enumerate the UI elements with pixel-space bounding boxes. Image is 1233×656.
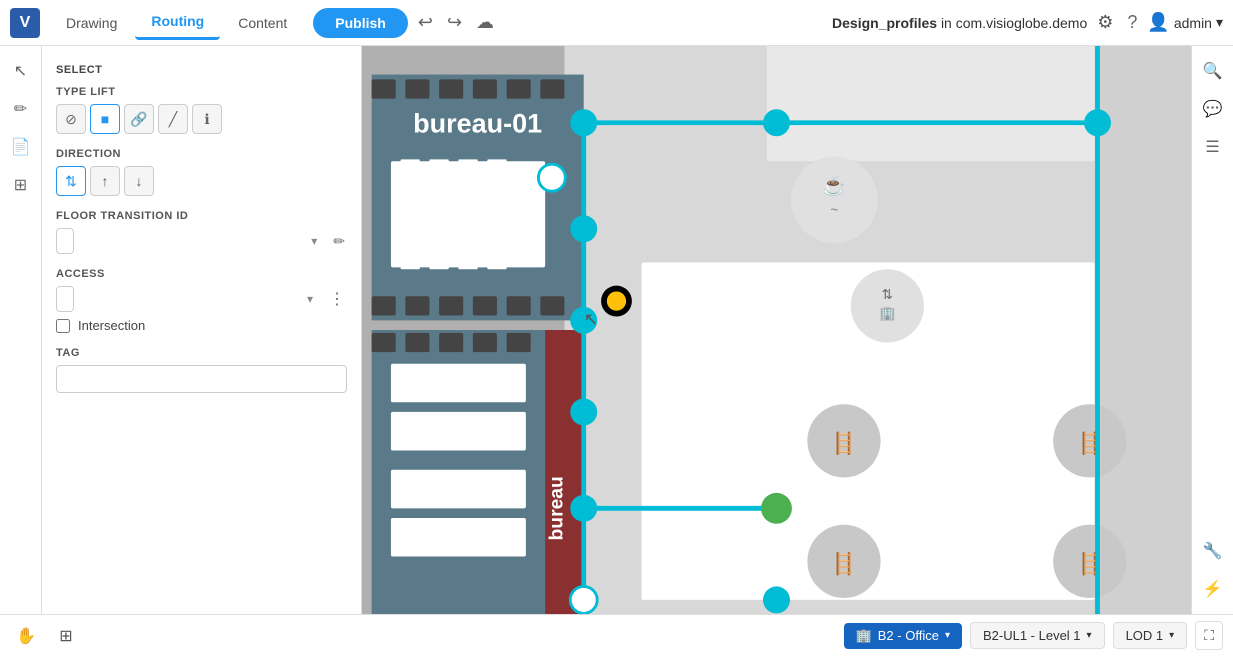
level-chevron-icon: ▾ [1087,630,1092,641]
tag-group: TAG [56,347,347,393]
intersection-label[interactable]: Intersection [78,318,145,333]
floor-transition-group: FLOOR TRANSITION ID ✏ [56,210,347,254]
floor-icon: 🏢 [856,628,872,644]
layers-tool-button[interactable]: ⊞ [4,168,38,202]
select-section-title: SELECT [56,64,347,76]
tab-routing[interactable]: Routing [135,5,220,40]
tab-drawing[interactable]: Drawing [50,7,133,39]
search-icon-button[interactable]: 🔍 [1196,54,1230,88]
svg-text:⇅: ⇅ [882,287,893,302]
cloud-button[interactable]: ☁ [472,8,498,37]
undo-button[interactable]: ↩ [414,8,437,37]
floor-select-button[interactable]: 🏢 B2 - Office ▾ [844,623,962,649]
direction-buttons: ⇅ ↑ ↓ [56,166,347,196]
topbar-tabs: Drawing Routing Content [50,5,303,40]
type-btn-ban[interactable]: ⊘ [56,104,86,134]
floor-transition-select[interactable] [56,228,74,254]
type-btn-square[interactable]: ■ [90,104,120,134]
lightning-icon-button[interactable]: ⚡ [1196,572,1230,606]
lod-chevron-icon: ▾ [1169,630,1174,641]
type-btn-diagonal[interactable]: ╱ [158,104,188,134]
list-icon-button[interactable]: ☰ [1196,130,1230,164]
tools-icon-button[interactable]: 🔧 [1196,534,1230,568]
dir-btn-up[interactable]: ↑ [90,166,120,196]
publish-button[interactable]: Publish [313,8,408,38]
svg-text:bureau-01: bureau-01 [413,108,542,138]
access-select-wrapper [56,286,321,312]
direction-group: DIRECTION ⇅ ↑ ↓ [56,148,347,196]
bottom-bar: ✋ ⊞ 🏢 B2 - Office ▾ B2-UL1 - Level 1 ▾ L… [0,614,1233,656]
floor-transition-label: FLOOR TRANSITION ID [56,210,347,222]
svg-text:🏢: 🏢 [879,305,896,320]
dir-btn-both[interactable]: ⇅ [56,166,86,196]
right-sidebar: 🔍 💬 ☰ 🔧 ⚡ [1191,46,1233,614]
user-menu[interactable]: 👤 admin ▾ [1147,12,1223,33]
type-btn-link[interactable]: 🔗 [124,104,154,134]
access-more-button[interactable]: ⋮ [327,287,347,311]
app-logo: V [10,8,40,38]
direction-label: DIRECTION [56,148,347,160]
intersection-checkbox-row: Intersection [56,318,347,333]
left-icon-sidebar: ↖ ✏ 📄 ⊞ [0,46,42,614]
type-lift-group: TYPE LIFT ⊘ ■ 🔗 ╱ ℹ [56,86,347,134]
fullscreen-button[interactable]: ⛶ [1195,621,1223,650]
level-label: B2-UL1 - Level 1 [983,628,1081,643]
type-btn-info[interactable]: ℹ [192,104,222,134]
svg-text:↖: ↖ [584,309,599,329]
svg-text:bureau: bureau [547,476,568,540]
hand-tool-button[interactable]: ✋ [10,620,42,652]
redo-button[interactable]: ↪ [443,8,466,37]
floor-transition-select-wrapper [56,228,325,254]
username-label: admin [1174,15,1212,31]
floor-transition-row: ✏ [56,228,347,254]
lod-label: LOD 1 [1126,628,1164,643]
pencil-tool-button[interactable]: ✏ [4,92,38,126]
svg-text:☕: ☕ [822,173,846,197]
tag-label: TAG [56,347,347,359]
help-button[interactable]: ? [1123,8,1141,37]
access-select[interactable] [56,286,74,312]
user-icon: 👤 [1147,12,1169,33]
tab-content[interactable]: Content [222,7,303,39]
level-select-button[interactable]: B2-UL1 - Level 1 ▾ [970,622,1105,649]
floor-chevron-icon: ▾ [945,630,950,641]
project-title: Design_profiles in com.visioglobe.demo [832,15,1087,31]
map-svg: bureau-01 [362,46,1191,614]
svg-text:🪜: 🪜 [831,551,857,576]
main-content: ↖ ✏ 📄 ⊞ SELECT TYPE LIFT ⊘ ■ 🔗 ╱ ℹ DIREC… [0,46,1233,614]
svg-text:🪜: 🪜 [831,430,857,455]
comments-icon-button[interactable]: 💬 [1196,92,1230,126]
cursor-tool-button[interactable]: ↖ [4,54,38,88]
dir-btn-down[interactable]: ↓ [124,166,154,196]
floor-plan-button[interactable]: ⊞ [50,620,82,652]
floor-transition-edit-button[interactable]: ✏ [331,231,347,252]
settings-button[interactable]: ⚙ [1093,8,1117,37]
access-group: ACCESS ⋮ Intersection [56,268,347,333]
access-label: ACCESS [56,268,347,280]
intersection-checkbox[interactable] [56,319,70,333]
map-area[interactable]: bureau-01 [362,46,1191,614]
user-chevron-icon: ▾ [1216,14,1223,31]
type-lift-buttons: ⊘ ■ 🔗 ╱ ℹ [56,104,347,134]
access-row: ⋮ [56,286,347,312]
topbar: V Drawing Routing Content Publish ↩ ↪ ☁ … [0,0,1233,46]
type-lift-label: TYPE LIFT [56,86,347,98]
tag-input[interactable] [56,365,347,393]
document-tool-button[interactable]: 📄 [4,130,38,164]
svg-text:~: ~ [830,202,838,217]
left-panel: SELECT TYPE LIFT ⊘ ■ 🔗 ╱ ℹ DIRECTION ⇅ ↑… [42,46,362,614]
floor-label: B2 - Office [878,628,939,643]
lod-select-button[interactable]: LOD 1 ▾ [1113,622,1188,649]
